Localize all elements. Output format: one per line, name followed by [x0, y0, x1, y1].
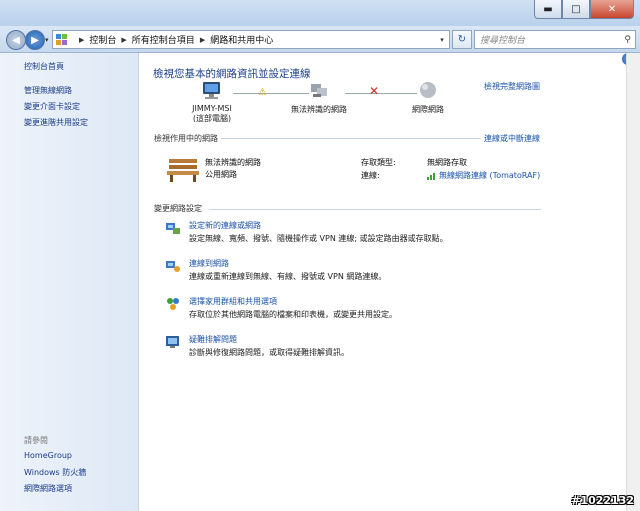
- node-internet[interactable]: 網際網路: [404, 80, 452, 115]
- connection-link[interactable]: 無線網路連線 (TomatoRAF): [427, 170, 540, 181]
- sidebar-internet-options[interactable]: 網際網路選項: [24, 483, 72, 494]
- setup-connection-desc: 設定無線、寬頻、撥號、隨機操作或 VPN 連線; 或設定路由器或存取點。: [189, 234, 448, 243]
- maximize-button[interactable]: □: [562, 0, 590, 19]
- node-computer[interactable]: JIMMY-MSI (這部電腦): [187, 80, 237, 124]
- navigation-bar: ◀ ▶ ▾ ▶ 控制台 ▶ 所有控制台項目 ▶ 網路和共用中心 ▾ ↻ 搜尋控制…: [0, 26, 640, 53]
- setup-connection-link[interactable]: 設定新的連線或網路: [189, 220, 261, 231]
- homegroup-icon: [167, 298, 179, 310]
- minimize-button[interactable]: ▬: [534, 0, 562, 19]
- breadcrumb-separator[interactable]: ▶: [200, 36, 205, 44]
- sidebar-firewall[interactable]: Windows 防火牆: [24, 467, 86, 478]
- connect-network-desc: 連線或重新連線到無線、有線、撥號或 VPN 網路連線。: [189, 272, 387, 281]
- network-icon: [311, 84, 327, 97]
- section-divider: [209, 209, 541, 210]
- connection-name[interactable]: 無線網路連線 (TomatoRAF): [439, 171, 540, 180]
- recent-pages-dropdown[interactable]: ▾: [45, 36, 49, 44]
- troubleshoot-link[interactable]: 疑難排解問題: [189, 334, 237, 345]
- watermark: #1022132: [571, 494, 634, 507]
- search-icon[interactable]: ⚲: [624, 35, 631, 45]
- connections-label: 連線:: [361, 171, 380, 180]
- troubleshoot-desc: 診斷與修復網路問題，或取得疑難排解資訊。: [189, 348, 349, 357]
- close-button[interactable]: ✕: [590, 0, 634, 19]
- sidebar-adapter-settings[interactable]: 變更介面卡設定: [24, 101, 80, 112]
- warning-icon: ⚠: [258, 87, 267, 98]
- access-type-label: 存取類型:: [361, 158, 396, 167]
- setup-connection-icon: [166, 223, 180, 234]
- breadcrumb-network-center[interactable]: 網路和共用中心: [210, 33, 273, 46]
- park-bench-icon: [167, 159, 199, 182]
- sidebar-homegroup[interactable]: HomeGroup: [24, 451, 72, 460]
- active-networks-heading: 檢視作用中的網路: [154, 134, 218, 143]
- wifi-signal-icon: [427, 172, 437, 180]
- node-unknown-network-label: 無法辨識的網路: [291, 105, 347, 114]
- connect-network-icon: [166, 261, 180, 272]
- network-name: 無法辨識的網路: [205, 158, 261, 167]
- left-pane: 控制台首頁 管理無線網路 變更介面卡設定 變更進階共用設定 請參閱 HomeGr…: [0, 53, 139, 511]
- connect-disconnect-link[interactable]: 連線或中斷連線: [484, 133, 540, 144]
- breadcrumb-control-panel[interactable]: 控制台: [89, 33, 116, 46]
- troubleshoot-icon: [166, 336, 179, 348]
- node-computer-sub: (這部電腦): [192, 114, 232, 123]
- globe-icon: [420, 82, 436, 98]
- see-also-heading: 請參閱: [24, 436, 48, 445]
- sidebar-home-link[interactable]: 控制台首頁: [24, 61, 64, 72]
- page-title: 檢視您基本的網路資訊並設定連線: [153, 68, 311, 80]
- forward-button[interactable]: ▶: [25, 30, 45, 50]
- change-settings-heading: 變更網路設定: [154, 204, 202, 213]
- caption-buttons: ▬ □ ✕: [534, 0, 634, 19]
- breadcrumb-separator[interactable]: ▶: [79, 36, 84, 44]
- scrollbar[interactable]: [626, 53, 640, 511]
- connect-network-link[interactable]: 連線到網路: [189, 258, 229, 269]
- refresh-button[interactable]: ↻: [452, 30, 472, 49]
- title-bar: ▬ □ ✕: [0, 0, 640, 26]
- node-unknown-network[interactable]: 無法辨識的網路: [289, 80, 349, 115]
- full-map-link[interactable]: 檢視完整網路圖: [484, 81, 540, 92]
- address-bar[interactable]: ▶ 控制台 ▶ 所有控制台項目 ▶ 網路和共用中心 ▾: [52, 30, 450, 49]
- homegroup-sharing-desc: 存取位於其他網路電腦的檔案和印表機，或變更共用設定。: [189, 310, 397, 319]
- control-panel-icon: [56, 33, 70, 46]
- node-computer-label: JIMMY-MSI: [192, 104, 232, 113]
- breadcrumb-all-items[interactable]: 所有控制台項目: [132, 33, 195, 46]
- node-internet-label: 網際網路: [412, 105, 444, 114]
- sidebar-advanced-sharing[interactable]: 變更進階共用設定: [24, 117, 88, 128]
- search-input[interactable]: 搜尋控制台: [480, 33, 525, 46]
- address-dropdown-icon[interactable]: ▾: [435, 36, 449, 44]
- network-type-link[interactable]: 公用網路: [205, 169, 237, 180]
- back-button[interactable]: ◀: [6, 30, 26, 50]
- computer-icon: [203, 82, 220, 99]
- main-content: 檢視您基本的網路資訊並設定連線 檢視完整網路圖 JIMMY-MSI (這部電腦)…: [139, 53, 627, 511]
- homegroup-sharing-link[interactable]: 選擇家用群組和共用選項: [189, 296, 277, 307]
- error-x-icon: ✕: [369, 84, 380, 98]
- search-box[interactable]: 搜尋控制台 ⚲: [474, 30, 636, 49]
- section-divider: [221, 138, 481, 139]
- breadcrumb-separator[interactable]: ▶: [121, 36, 126, 44]
- sidebar-manage-wireless[interactable]: 管理無線網路: [24, 85, 72, 96]
- access-type-value: 無網路存取: [427, 158, 467, 167]
